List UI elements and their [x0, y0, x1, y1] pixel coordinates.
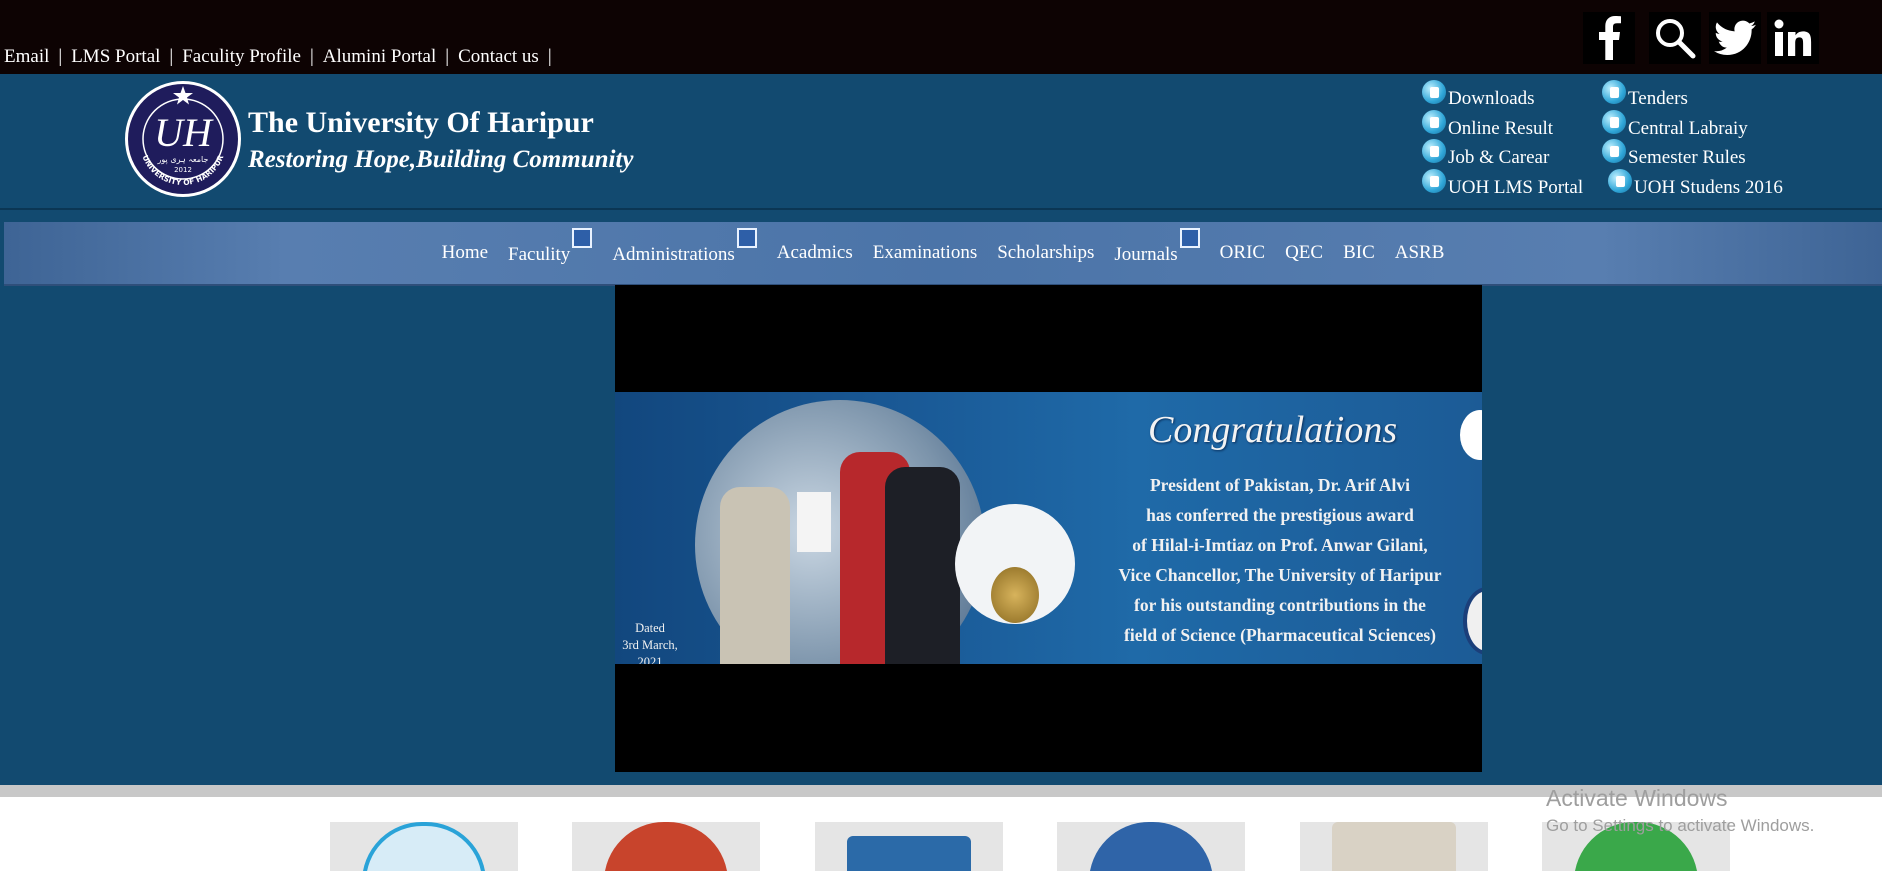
site-tagline: Restoring Hope,Building Community — [248, 146, 634, 173]
svg-text:UH: UH — [154, 110, 214, 155]
slide-line: President of Pakistan, Dr. Arif Alvi — [1149, 475, 1411, 495]
nav-examinations[interactable]: Examinations — [873, 242, 977, 264]
certificate — [797, 492, 831, 552]
phone-icon — [1602, 110, 1626, 134]
twitter-button[interactable] — [1709, 12, 1761, 64]
nav-bic[interactable]: BIC — [1343, 242, 1375, 264]
email-link[interactable]: Email — [4, 46, 49, 67]
nav-scholarships[interactable]: Scholarships — [997, 242, 1094, 264]
facebook-icon — [1599, 16, 1621, 60]
dropdown-icon[interactable] — [736, 228, 757, 248]
separator: | — [547, 46, 552, 67]
contact-us-link[interactable]: Contact us — [458, 46, 539, 67]
nav-qec[interactable]: QEC — [1285, 242, 1323, 264]
service-tile[interactable] — [330, 822, 518, 871]
download-icon — [1602, 80, 1626, 104]
nav-faculty[interactable]: Faculity — [508, 228, 593, 266]
medal-icon — [991, 567, 1039, 623]
slide-line: has conferred the prestigious award — [1146, 505, 1414, 525]
quick-link-label: Tenders — [1628, 88, 1688, 109]
separator: | — [445, 46, 450, 67]
download-icon — [1608, 169, 1632, 193]
date-label: Dated — [635, 621, 665, 635]
quick-link-label: Online Result — [1448, 118, 1554, 139]
quick-link-students-2016[interactable]: UOH Studens 2016 — [1608, 169, 1783, 199]
quick-link-label: Central Labraiy — [1628, 118, 1748, 139]
presentation-icon — [847, 836, 971, 871]
twitter-icon — [1714, 20, 1756, 55]
university-logo[interactable]: UH جامعہ ہری پور 2012 UNIVERSITY OF HARI… — [124, 80, 242, 198]
document-icon — [1602, 139, 1626, 163]
quick-link-label: Semester Rules — [1628, 147, 1746, 168]
computer-icon — [362, 822, 486, 871]
slide-line: Vice Chancellor, The University of Harip… — [1118, 565, 1442, 585]
alumni-portal-link[interactable]: Alumini Portal — [323, 46, 436, 67]
nav-journals[interactable]: Journals — [1114, 228, 1200, 266]
slide-image: Congratulations President of Pakistan, D… — [615, 392, 1482, 664]
separator: | — [58, 46, 63, 67]
service-tile[interactable] — [1300, 822, 1488, 871]
date-value: 3rd March, 2021 — [622, 638, 678, 664]
watermark-subtitle: Go to Settings to activate Windows. — [1546, 816, 1815, 835]
lms-portal-link[interactable]: LMS Portal — [71, 46, 160, 67]
quick-link-lms-portal[interactable]: UOH LMS Portal — [1422, 169, 1584, 199]
quick-link-label: UOH Studens 2016 — [1634, 177, 1783, 198]
separator: | — [309, 46, 314, 67]
quick-link-job-career[interactable]: Job & Carear — [1422, 139, 1550, 169]
svg-text:2012: 2012 — [174, 166, 192, 174]
photo-figure — [720, 487, 790, 664]
quick-link-label: Downloads — [1448, 88, 1535, 109]
quick-link-semester-rules[interactable]: Semester Rules — [1602, 139, 1746, 169]
linkedin-icon — [1774, 19, 1812, 56]
separator: | — [169, 46, 174, 67]
nav-label: Administrations — [612, 244, 735, 265]
quick-link-online-result[interactable]: Online Result — [1422, 110, 1554, 140]
download-icon — [1422, 80, 1446, 104]
graduation-cap-icon — [1422, 169, 1446, 193]
watermark-title: Activate Windows — [1546, 785, 1728, 811]
search-icon — [1656, 19, 1696, 59]
search-button[interactable] — [1649, 12, 1701, 64]
quick-link-label: UOH LMS Portal — [1448, 177, 1584, 198]
nav-administrations[interactable]: Administrations — [612, 228, 757, 266]
service-tile[interactable] — [572, 822, 760, 871]
svg-text:جامعہ ہری پور: جامعہ ہری پور — [157, 155, 209, 164]
nav-oric[interactable]: ORIC — [1220, 242, 1265, 264]
slide-line: field of Science (Pharmaceutical Science… — [1124, 625, 1436, 645]
dropdown-icon[interactable] — [572, 228, 593, 248]
gift-icon — [604, 822, 728, 871]
slide-date: Dated 3rd March, 2021 — [615, 620, 685, 664]
decorative-circle — [1460, 410, 1482, 460]
image-slider[interactable]: Congratulations President of Pakistan, D… — [615, 285, 1482, 772]
slide-message: President of Pakistan, Dr. Arif Alvi has… — [1085, 470, 1475, 650]
clipboard-icon — [1332, 822, 1456, 871]
faculty-profile-link[interactable]: Faculity Profile — [182, 46, 301, 67]
nav-academics[interactable]: Acadmics — [777, 242, 853, 264]
quick-link-central-library[interactable]: Central Labraiy — [1602, 110, 1748, 140]
dropdown-icon[interactable] — [1179, 228, 1200, 248]
facebook-button[interactable] — [1583, 12, 1635, 64]
activation-watermark: Activate Windows Go to Settings to activ… — [1546, 785, 1814, 836]
slide-heading: Congratulations — [1148, 409, 1398, 451]
top-links: Email | LMS Portal | Faculity Profile | Alumin… — [4, 46, 561, 68]
linkedin-button[interactable] — [1767, 12, 1819, 64]
nav-home[interactable]: Home — [442, 242, 488, 264]
site-title: The University Of Haripur — [248, 106, 594, 139]
nav-asrb[interactable]: ASRB — [1395, 242, 1445, 264]
quick-link-tenders[interactable]: Tenders — [1602, 80, 1688, 110]
result-icon — [1422, 110, 1446, 134]
quick-link-label: Job & Carear — [1448, 147, 1550, 168]
phone-icon — [1422, 139, 1446, 163]
slide-line: of Hilal-i-Imtiaz on Prof. Anwar Gilani, — [1132, 535, 1428, 555]
photo-figure — [885, 467, 960, 664]
main-nav: Home Faculity Administrations Acadmics E… — [4, 222, 1882, 286]
nav-label: Faculity — [508, 244, 571, 265]
slide-line: for his outstanding contributions in the — [1134, 595, 1426, 615]
site-header — [0, 74, 1882, 210]
message-icon — [1089, 822, 1213, 871]
quick-link-downloads[interactable]: Downloads — [1422, 80, 1535, 110]
service-tile[interactable] — [1057, 822, 1245, 871]
nav-label: Journals — [1114, 244, 1178, 265]
service-tile[interactable] — [815, 822, 1003, 871]
